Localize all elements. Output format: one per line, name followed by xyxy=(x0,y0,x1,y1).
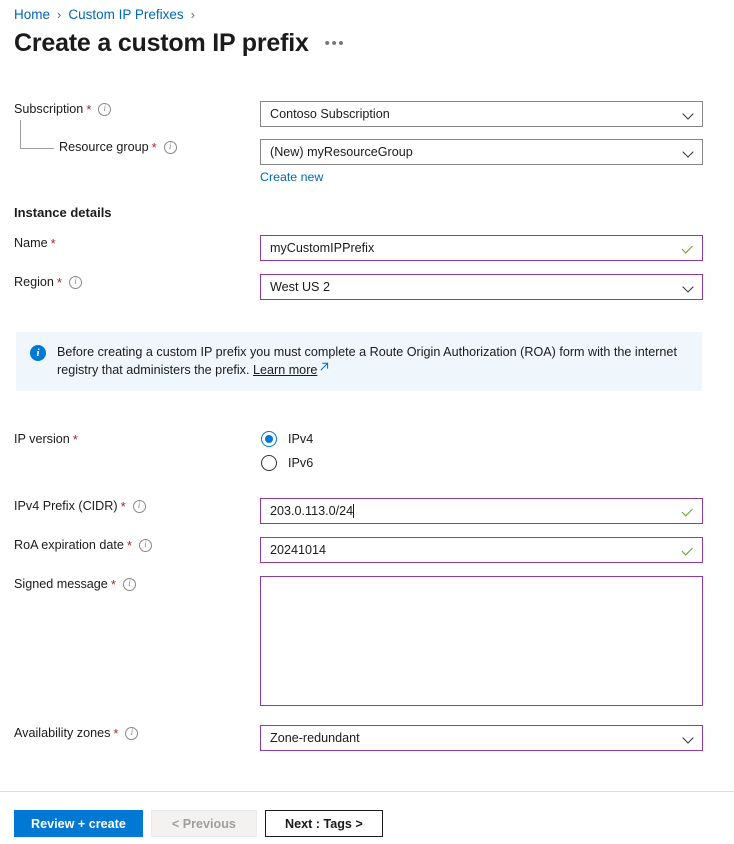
text-cursor xyxy=(353,504,355,519)
create-custom-ip-prefix-page: Home › Custom IP Prefixes › Create a cus… xyxy=(0,0,734,844)
required-marker: * xyxy=(56,274,62,290)
info-icon[interactable]: i xyxy=(138,538,152,552)
name-control: myCustomIPPrefix xyxy=(260,235,703,261)
required-marker: * xyxy=(151,139,157,155)
required-marker: * xyxy=(110,576,116,592)
title-row: Create a custom IP prefix ••• xyxy=(14,29,345,58)
learn-more-link[interactable]: Learn more xyxy=(253,363,317,377)
ipv4-prefix-label: IPv4 Prefix (CIDR) * i xyxy=(14,498,260,514)
section-heading-instance-details: Instance details xyxy=(14,205,112,220)
availability-zones-value: Zone-redundant xyxy=(270,731,360,745)
chevron-down-icon xyxy=(683,733,694,744)
resource-group-value: (New) myResourceGroup xyxy=(270,145,413,159)
footer-divider xyxy=(0,791,734,792)
breadcrumb-chevron-icon: › xyxy=(57,7,62,22)
info-banner-text: Before creating a custom IP prefix you m… xyxy=(57,345,677,377)
field-row-availability-zones: Availability zones * i Zone-redundant xyxy=(14,725,703,751)
breadcrumb-item-custom-ip-prefixes[interactable]: Custom IP Prefixes xyxy=(68,6,183,24)
field-row-signed-message: Signed message * i xyxy=(14,576,703,706)
signed-message-label: Signed message * i xyxy=(14,576,260,592)
subscription-dropdown[interactable]: Contoso Subscription xyxy=(260,101,703,127)
chevron-down-icon xyxy=(683,109,694,120)
radio-label-ipv4: IPv4 xyxy=(288,432,314,446)
more-options-icon[interactable]: ••• xyxy=(325,35,346,52)
signed-message-control xyxy=(260,576,703,706)
breadcrumb-chevron-icon: › xyxy=(190,7,195,22)
availability-zones-dropdown[interactable]: Zone-redundant xyxy=(260,725,703,751)
resource-group-dropdown[interactable]: (New) myResourceGroup xyxy=(260,139,703,165)
info-icon[interactable]: i xyxy=(68,275,82,289)
ipv4-prefix-value: 203.0.113.0/24 xyxy=(270,503,355,519)
required-marker: * xyxy=(86,101,92,117)
roa-expiration-input[interactable]: 20241014 xyxy=(260,537,703,563)
radio-label-ipv6: IPv6 xyxy=(288,456,314,470)
breadcrumb-item-home[interactable]: Home xyxy=(14,6,50,24)
ip-version-label: IP version * xyxy=(14,431,78,447)
required-marker: * xyxy=(126,537,132,553)
field-row-region: Region * i West US 2 xyxy=(14,274,703,300)
next-tags-button[interactable]: Next : Tags > xyxy=(264,810,383,837)
info-icon[interactable]: i xyxy=(98,102,112,116)
info-icon[interactable]: i xyxy=(122,577,136,591)
radio-icon-selected xyxy=(261,431,277,447)
required-marker: * xyxy=(72,431,78,447)
create-new-resource-group-link[interactable]: Create new xyxy=(260,170,323,184)
name-input[interactable]: myCustomIPPrefix xyxy=(260,235,703,261)
external-link-icon xyxy=(320,362,329,371)
field-row-ip-version: IP version * IPv4 IPv6 xyxy=(14,431,703,479)
resource-group-control: (New) myResourceGroup Create new xyxy=(260,139,703,186)
chevron-down-icon xyxy=(683,147,694,158)
subscription-control: Contoso Subscription xyxy=(260,101,703,127)
page-title: Create a custom IP prefix xyxy=(14,29,309,57)
radio-option-ipv6[interactable]: IPv6 xyxy=(261,455,703,471)
region-label: Region * i xyxy=(14,274,260,290)
info-icon: i xyxy=(30,345,46,361)
breadcrumb: Home › Custom IP Prefixes › xyxy=(14,6,202,24)
radio-option-ipv4[interactable]: IPv4 xyxy=(261,431,703,447)
roa-expiration-control: 20241014 xyxy=(260,537,703,563)
field-row-subscription: Subscription * i Contoso Subscription xyxy=(14,101,703,127)
footer-actions: Review + create < Previous Next : Tags > xyxy=(14,810,383,837)
resource-group-label: Resource group * i xyxy=(14,139,260,155)
chevron-down-icon xyxy=(683,282,694,293)
roa-expiration-label: RoA expiration date * i xyxy=(14,537,260,553)
radio-icon-unselected xyxy=(261,455,277,471)
roa-expiration-value: 20241014 xyxy=(270,543,327,557)
required-marker: * xyxy=(50,235,56,251)
region-value: West US 2 xyxy=(270,280,330,294)
valid-check-icon xyxy=(681,242,694,255)
region-dropdown[interactable]: West US 2 xyxy=(260,274,703,300)
name-value: myCustomIPPrefix xyxy=(270,241,375,255)
review-create-button[interactable]: Review + create xyxy=(14,810,143,837)
subscription-value: Contoso Subscription xyxy=(270,107,390,121)
field-row-resource-group: Resource group * i (New) myResourceGroup… xyxy=(14,139,703,186)
info-icon[interactable]: i xyxy=(163,140,177,154)
ip-version-control: IPv4 IPv6 xyxy=(260,431,703,479)
field-row-roa-expiration: RoA expiration date * i 20241014 xyxy=(14,537,703,563)
info-icon[interactable]: i xyxy=(125,726,139,740)
field-row-name: Name * myCustomIPPrefix xyxy=(14,235,703,261)
ipv4-prefix-input[interactable]: 203.0.113.0/24 xyxy=(260,498,703,524)
availability-zones-control: Zone-redundant xyxy=(260,725,703,751)
field-row-ipv4-prefix: IPv4 Prefix (CIDR) * i 203.0.113.0/24 xyxy=(14,498,703,524)
valid-check-icon xyxy=(681,505,694,518)
name-label: Name * xyxy=(14,235,56,251)
info-banner: i Before creating a custom IP prefix you… xyxy=(16,332,702,391)
subscription-label: Subscription * i xyxy=(14,101,260,117)
required-marker: * xyxy=(113,725,119,741)
region-control: West US 2 xyxy=(260,274,703,300)
availability-zones-label: Availability zones * i xyxy=(14,725,260,741)
previous-button: < Previous xyxy=(150,810,257,837)
required-marker: * xyxy=(120,498,126,514)
ipv4-prefix-control: 203.0.113.0/24 xyxy=(260,498,703,524)
valid-check-icon xyxy=(681,544,694,557)
info-icon[interactable]: i xyxy=(132,499,146,513)
signed-message-textarea[interactable] xyxy=(260,576,703,706)
